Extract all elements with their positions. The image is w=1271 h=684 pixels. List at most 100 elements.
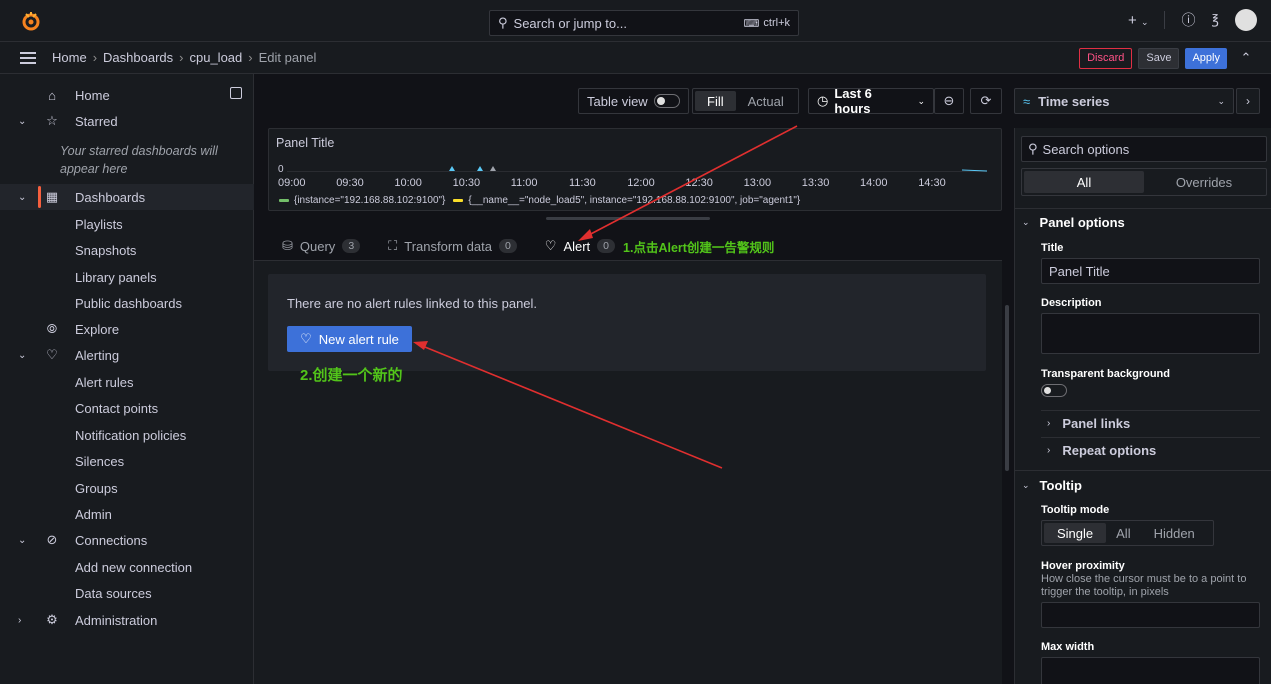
max-width-label: Max width [1041, 641, 1095, 653]
max-width-input[interactable] [1041, 657, 1260, 684]
tooltip-mode-all[interactable]: All [1106, 523, 1140, 543]
tab-transform-data[interactable]: ⛶ Transform data 0 [374, 232, 531, 260]
transparent-background-label: Transparent background [1041, 368, 1170, 380]
compass-icon: ⦾ [46, 321, 58, 336]
chevron-down-icon[interactable]: ⌄ [18, 116, 26, 127]
all-options-tab[interactable]: All [1024, 171, 1144, 193]
sidebar-item-snapshots[interactable]: Snapshots [0, 237, 254, 263]
tab-alert[interactable]: ♡ Alert 0 [530, 232, 630, 262]
description-textarea[interactable] [1041, 313, 1260, 354]
fill-option[interactable]: Fill [695, 91, 736, 111]
new-alert-rule-button[interactable]: ♡ New alert rule [287, 326, 412, 352]
sidebar-item-dashboards[interactable]: ⌄ ▦ Dashboards [0, 184, 254, 210]
x-axis-tick: 11:30 [569, 177, 596, 189]
breadcrumb-dashboards[interactable]: Dashboards [103, 50, 173, 65]
clock-icon: ◷ [817, 93, 829, 108]
menu-hamburger-icon[interactable] [20, 51, 36, 64]
panel-resize-handle[interactable] [546, 217, 710, 220]
tooltip-section[interactable]: ⌄ Tooltip [1022, 478, 1082, 493]
alert-count-badge: 0 [597, 239, 616, 253]
breadcrumb-separator-icon: › [92, 50, 98, 65]
grafana-logo-icon[interactable] [20, 10, 42, 32]
legend-item-2[interactable]: {__name__="node_load5", instance="192.16… [468, 195, 800, 206]
visualization-picker[interactable]: ≈ Time series ⌄ [1014, 88, 1234, 114]
sidebar-item-contact-points[interactable]: Contact points [0, 395, 254, 421]
legend-swatch-1 [279, 199, 289, 202]
transparent-background-switch[interactable] [1041, 384, 1067, 397]
annotation-step-2: 2.创建一个新的 [300, 367, 403, 384]
refresh-icon: ⟳ [980, 93, 992, 108]
sidebar-item-public-dashboards[interactable]: Public dashboards [0, 290, 254, 316]
sidebar-item-home[interactable]: ⌂ Home [0, 82, 254, 108]
sidebar-item-administration[interactable]: › ⚙ Administration [0, 607, 254, 633]
panel-options-section[interactable]: ⌄ Panel options [1022, 215, 1125, 230]
sidebar-item-data-sources[interactable]: Data sources [0, 580, 254, 606]
divider [1014, 470, 1271, 471]
x-axis-tick: 09:30 [336, 177, 364, 189]
chevron-down-icon[interactable]: ⌄ [18, 535, 26, 546]
options-list [1014, 128, 1271, 684]
global-search-input[interactable]: ⚲ Search or jump to... ⌨ ctrl+k [489, 10, 799, 36]
table-view-toggle[interactable]: Table view [578, 88, 689, 114]
vertical-scrollbar[interactable] [1005, 305, 1009, 471]
sidebar-item-add-new-connection[interactable]: Add new connection [0, 554, 254, 580]
tab-query[interactable]: ⛁ Query 3 [268, 232, 374, 260]
breadcrumb: Home › Dashboards › cpu_load › Edit pane… [52, 50, 316, 65]
sidebar-item-alert-rules[interactable]: Alert rules [0, 369, 254, 395]
apply-button[interactable]: Apply [1185, 47, 1227, 69]
discard-button[interactable]: Discard [1079, 47, 1133, 69]
chevron-down-icon[interactable]: ⌄ [18, 350, 26, 361]
sidebar-item-starred[interactable]: ⌄ ☆ Starred [0, 108, 254, 134]
legend-item-1[interactable]: {instance="192.168.88.102:9100"} [294, 195, 445, 206]
help-icon[interactable]: ⓘ [1181, 10, 1195, 30]
dashboards-grid-icon: ▦ [45, 189, 59, 204]
sidebar-item-silences[interactable]: Silences [0, 448, 254, 474]
bell-icon: ♡ [544, 238, 557, 253]
repeat-options-section[interactable]: › Repeat options [1041, 443, 1260, 458]
news-rss-icon[interactable]: ℥ [1211, 12, 1219, 28]
actual-option[interactable]: Actual [736, 91, 796, 111]
divider [1014, 208, 1271, 209]
sidebar-item-alerting[interactable]: ⌄ ♡ Alerting [0, 342, 254, 368]
refresh-button[interactable]: ⟳ [970, 88, 1002, 114]
annotation-step-1: 1.点击Alert创建一告警规则 [623, 240, 775, 255]
top-right-tools: + ⌄ ⓘ ℥ [1128, 9, 1257, 31]
zoom-out-button[interactable]: ⊖ [934, 88, 964, 114]
hover-proximity-input[interactable] [1041, 602, 1260, 628]
transform-count-badge: 0 [498, 239, 517, 253]
breadcrumb-cpu-load[interactable]: cpu_load [189, 50, 242, 65]
sidebar-item-playlists[interactable]: Playlists [0, 211, 254, 237]
sidebar-item-notification-policies[interactable]: Notification policies [0, 422, 254, 448]
panel-preview[interactable]: Panel Title 0 09:00 09:30 10:00 10:30 11:00 1… [268, 128, 1002, 211]
sidebar-item-explore[interactable]: ⦾ Explore [0, 316, 254, 342]
search-options-input[interactable]: ⚲ Search options [1021, 136, 1267, 162]
overrides-tab[interactable]: Overrides [1144, 171, 1264, 193]
home-icon: ⌂ [48, 87, 56, 103]
tooltip-mode-hidden[interactable]: Hidden [1141, 523, 1208, 543]
chevron-down-icon[interactable]: ⌄ [18, 192, 26, 203]
chevron-down-icon: ⌄ [1140, 16, 1149, 27]
sidebar-item-groups[interactable]: Groups [0, 475, 254, 501]
user-avatar[interactable] [1235, 9, 1257, 31]
chevron-right-icon[interactable]: › [18, 615, 21, 626]
breadcrumb-bar: Home › Dashboards › cpu_load › Edit pane… [0, 42, 1271, 74]
chevron-down-icon: ⌄ [1217, 95, 1225, 106]
table-view-switch[interactable] [653, 94, 680, 108]
hover-proximity-description: How close the cursor must be to a point … [1041, 573, 1247, 598]
chevron-right-icon[interactable]: › [1236, 88, 1260, 114]
add-new-button[interactable]: + ⌄ [1128, 12, 1148, 29]
time-range-picker[interactable]: ◷ Last 6 hours ⌄ [808, 86, 934, 116]
collapse-chevron-up-icon[interactable]: ⌃ [1233, 47, 1259, 69]
tooltip-mode-single[interactable]: Single [1044, 523, 1107, 543]
sidebar-item-admin[interactable]: Admin [0, 501, 254, 527]
panel-title-input[interactable]: Panel Title [1041, 258, 1260, 284]
save-button[interactable]: Save [1138, 47, 1180, 69]
panel-links-section[interactable]: › Panel links [1041, 416, 1260, 431]
series-line [961, 169, 988, 172]
chevron-right-icon: › [1047, 418, 1051, 429]
sidebar-item-library-panels[interactable]: Library panels [0, 264, 254, 290]
breadcrumb-home[interactable]: Home [52, 50, 87, 65]
sidebar-item-connections[interactable]: ⌄ ⊘ Connections [0, 527, 254, 553]
search-placeholder: Search or jump to... [513, 15, 627, 31]
legend-swatch-2 [453, 199, 464, 202]
